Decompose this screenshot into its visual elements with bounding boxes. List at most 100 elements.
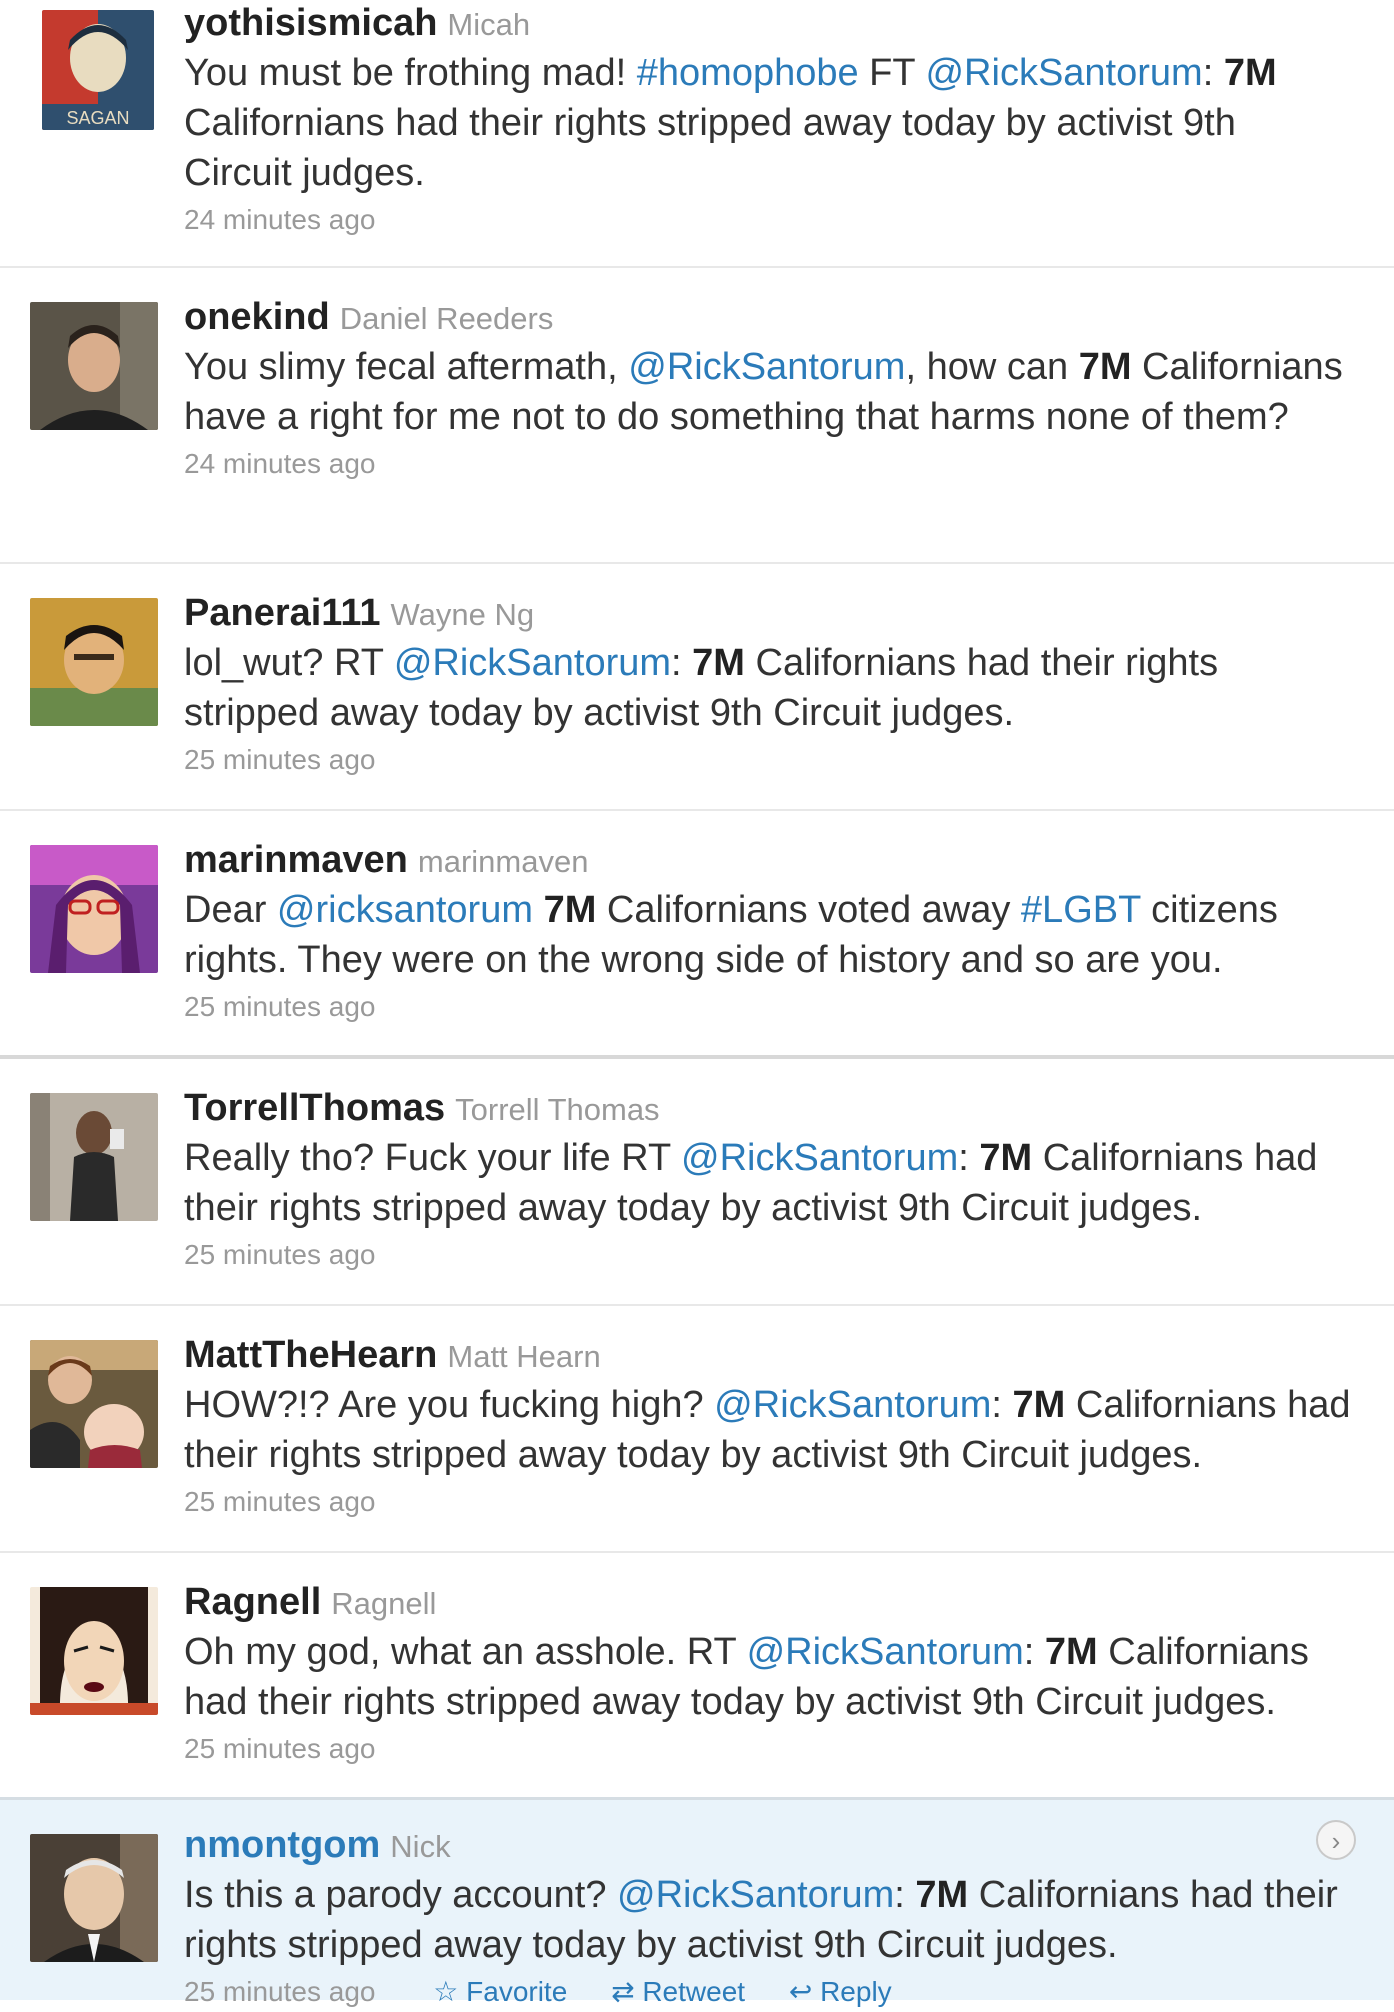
retweet-action[interactable]: ⇄ Retweet	[593, 1976, 745, 2007]
mention-link[interactable]: @ricksantorum	[277, 889, 533, 931]
full-name: Ragnell	[331, 1586, 437, 1621]
username[interactable]: MattTheHearn	[184, 1334, 437, 1376]
avatar-image	[30, 1340, 158, 1468]
retweet-icon: ⇄	[611, 1976, 635, 2007]
timestamp[interactable]: 25 minutes ago	[184, 1235, 1354, 1275]
tweet-actions: ☆ Favorite ⇄ Retweet ↩ Reply	[397, 1972, 891, 2012]
bold-text: 7M	[979, 1137, 1033, 1179]
tweet-item[interactable]: TorrellThomas Torrell Thomas Really tho? …	[0, 1059, 1394, 1306]
avatar[interactable]	[30, 1340, 158, 1468]
tweet-item-selected[interactable]: › nmontgom Nick Is this a parody account?…	[0, 1797, 1394, 2007]
username[interactable]: Ragnell	[184, 1581, 321, 1623]
bold-text: 7M	[543, 889, 597, 931]
tweet-text: You must be frothing mad! #homophobe FT …	[184, 48, 1354, 198]
tweet-text: lol_wut? RT @RickSantorum: 7M California…	[184, 638, 1354, 738]
timestamp[interactable]: 25 minutes ago	[184, 1729, 1354, 1769]
tweet-text-segment: :	[671, 642, 693, 684]
tweet-text: You slimy fecal aftermath, @RickSantorum…	[184, 342, 1354, 442]
timestamp[interactable]: 24 minutes ago	[184, 200, 1354, 240]
tweet-text-segment: Dear	[184, 889, 277, 931]
mention-link[interactable]: @RickSantorum	[617, 1874, 894, 1916]
timestamp[interactable]: 25 minutes ago	[184, 987, 1354, 1027]
full-name: Torrell Thomas	[455, 1092, 660, 1127]
avatar-image: SAGAN	[42, 10, 154, 130]
mention-link[interactable]: @RickSantorum	[925, 52, 1202, 94]
tweet-text-segment: Is this a parody account?	[184, 1874, 618, 1916]
tweet-timeline: SAGAN yothisismicah Micah You must be fro…	[0, 0, 1394, 2007]
tweet-text: Is this a parody account? @RickSantorum:…	[184, 1870, 1354, 1970]
tweet-text-segment: Really tho? Fuck your life RT	[184, 1137, 682, 1179]
hashtag-link[interactable]: #LGBT	[1021, 889, 1141, 931]
tweet-text: Oh my god, what an asshole. RT @RickSant…	[184, 1627, 1354, 1727]
tweet-text: HOW?!? Are you fucking high? @RickSantor…	[184, 1380, 1354, 1480]
username[interactable]: marinmaven	[184, 839, 408, 881]
hashtag-link[interactable]: #homophobe	[637, 52, 859, 94]
avatar-image	[30, 598, 158, 726]
timestamp[interactable]: 25 minutes ago	[184, 1482, 1354, 1522]
timestamp[interactable]: 25 minutes ago	[184, 740, 1354, 780]
avatar-image	[30, 845, 158, 973]
tweet-item[interactable]: MattTheHearn Matt Hearn HOW?!? Are you fu…	[0, 1306, 1394, 1553]
star-icon: ☆	[433, 1976, 459, 2007]
full-name: Wayne Ng	[390, 597, 535, 632]
tweet-text-segment	[533, 889, 544, 931]
reply-action[interactable]: ↩ Reply	[771, 1976, 892, 2007]
tweet-text-segment: :	[958, 1137, 980, 1179]
full-name: Micah	[447, 7, 531, 42]
tweet-item[interactable]: SAGAN yothisismicah Micah You must be fro…	[0, 0, 1394, 268]
mention-link[interactable]: @RickSantorum	[747, 1631, 1024, 1673]
username[interactable]: onekind	[184, 296, 330, 338]
mention-link[interactable]: @RickSantorum	[714, 1384, 991, 1426]
tweet-text: Dear @ricksantorum 7M Californians voted…	[184, 885, 1354, 985]
mention-link[interactable]: @RickSantorum	[681, 1137, 958, 1179]
tweet-text-segment: :	[991, 1384, 1013, 1426]
tweet-text-segment: FT	[858, 52, 926, 94]
tweet-item[interactable]: onekind Daniel Reeders You slimy fecal af…	[0, 268, 1394, 564]
reply-label: Reply	[820, 1976, 892, 2007]
avatar[interactable]: SAGAN	[42, 10, 154, 130]
avatar[interactable]	[30, 845, 158, 973]
favorite-action[interactable]: ☆ Favorite	[415, 1976, 567, 2007]
tweet-text-segment: , how can	[905, 346, 1079, 388]
avatar-image	[30, 1587, 158, 1715]
mention-link[interactable]: @RickSantorum	[628, 346, 905, 388]
avatar-image	[30, 1093, 158, 1221]
tweet-text: Really tho? Fuck your life RT @RickSanto…	[184, 1133, 1354, 1233]
tweet-item[interactable]: Ragnell Ragnell Oh my god, what an asshol…	[0, 1553, 1394, 1800]
bold-text: 7M	[1078, 346, 1132, 388]
tweet-text-segment: You must be frothing mad!	[184, 52, 637, 94]
full-name: marinmaven	[417, 844, 589, 879]
favorite-label: Favorite	[466, 1976, 568, 2007]
bold-text: 7M	[1044, 1631, 1098, 1673]
timestamp[interactable]: 25 minutes ago	[184, 1976, 375, 2007]
bold-text: 7M	[692, 642, 745, 684]
svg-text:SAGAN: SAGAN	[66, 108, 129, 128]
avatar[interactable]	[30, 302, 158, 430]
timestamp[interactable]: 24 minutes ago	[184, 444, 1354, 484]
avatar[interactable]	[30, 1587, 158, 1715]
tweet-text-segment: Oh my god, what an asshole. RT	[184, 1631, 747, 1673]
tweet-text-segment: HOW?!? Are you fucking high?	[184, 1384, 715, 1426]
tweet-item[interactable]: marinmaven marinmaven Dear @ricksantorum …	[0, 811, 1394, 1059]
username[interactable]: yothisismicah	[184, 2, 437, 44]
avatar[interactable]	[30, 1093, 158, 1221]
bold-text: 7M	[915, 1874, 969, 1916]
full-name: Matt Hearn	[447, 1339, 601, 1374]
username[interactable]: nmontgom	[184, 1824, 380, 1866]
retweet-label: Retweet	[642, 1976, 746, 2007]
username[interactable]: TorrellThomas	[184, 1087, 445, 1129]
avatar-image	[30, 1834, 158, 1962]
bold-text: 7M	[1012, 1384, 1066, 1426]
tweet-text-segment: You slimy fecal aftermath,	[184, 346, 629, 388]
reply-icon: ↩	[788, 1976, 813, 2007]
tweet-text-segment: :	[1023, 1631, 1045, 1673]
mention-link[interactable]: @RickSantorum	[394, 642, 671, 684]
tweet-text-segment: :	[894, 1874, 916, 1916]
avatar[interactable]	[30, 598, 158, 726]
tweet-item[interactable]: Panerai111 Wayne Ng lol_wut? RT @RickSant…	[0, 564, 1394, 811]
avatar[interactable]	[30, 1834, 158, 1962]
full-name: Nick	[390, 1829, 451, 1864]
username[interactable]: Panerai111	[184, 592, 381, 634]
tweet-footer: 25 minutes ago ☆ Favorite ⇄ Retweet ↩ Re…	[184, 1972, 1354, 2012]
tweet-text-segment: Californians had their rights stripped a…	[184, 102, 1236, 194]
